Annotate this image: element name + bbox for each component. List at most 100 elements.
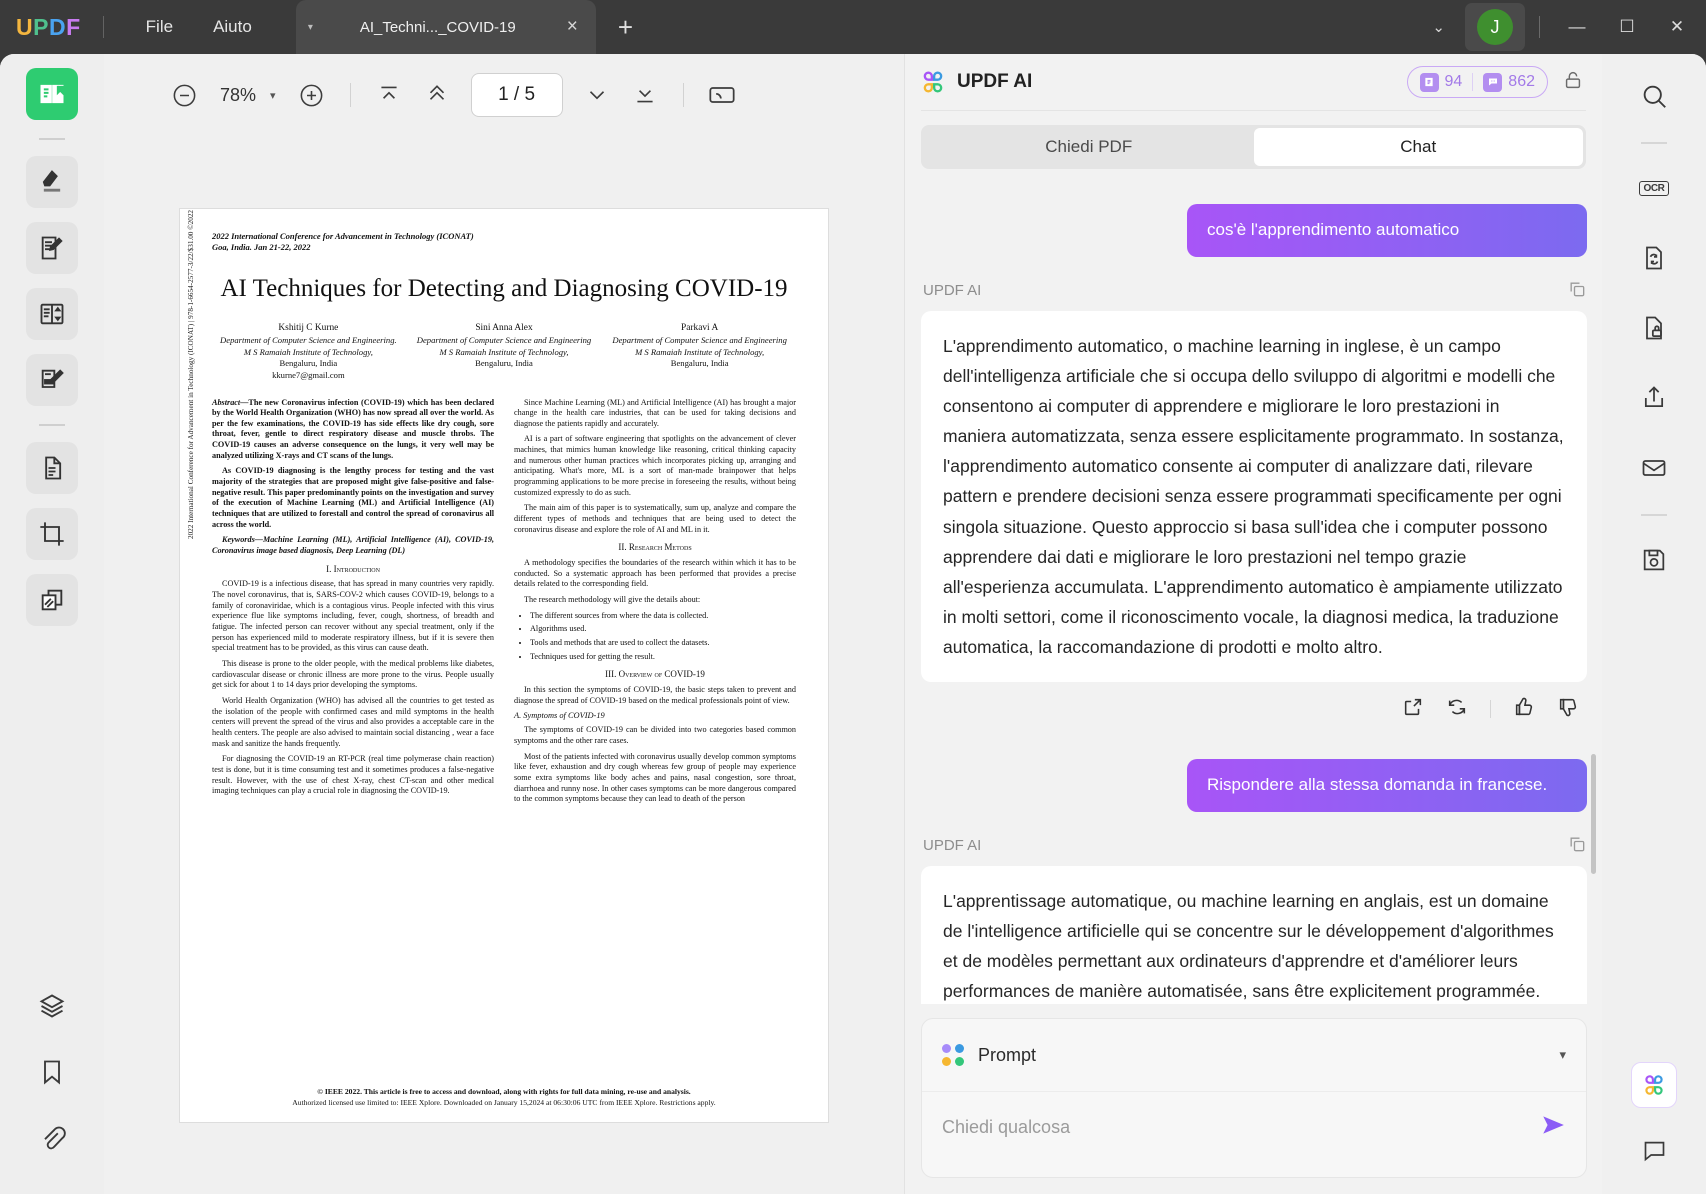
pdf-viewer[interactable]: 2022 International Conference for Advanc… [104, 136, 904, 1194]
pdf-subsection-a: A. Symptoms of COVID-19 [514, 711, 605, 721]
pdf-section-1: I. Introduction [326, 563, 380, 574]
next-page-button[interactable] [573, 71, 621, 119]
save-as-icon[interactable] [1628, 534, 1680, 586]
author-city: Bengaluru, India [670, 358, 729, 369]
divider [1539, 16, 1540, 38]
document-credit-icon [1419, 72, 1439, 92]
new-tab-button[interactable]: + [618, 12, 633, 43]
prompt-input-placeholder[interactable]: Chiedi qualcosa [942, 1117, 1070, 1138]
pdf-footer-line2: Authorized licensed use limited to: IEEE… [292, 1098, 716, 1107]
ai-panel-tabs: Chiedi PDF Chat [921, 125, 1586, 169]
export-icon[interactable] [1402, 696, 1424, 723]
copy-icon[interactable] [1567, 279, 1587, 303]
close-tab-icon[interactable]: × [563, 16, 582, 38]
regenerate-icon[interactable] [1446, 696, 1468, 723]
sidebar-item-reader-mode[interactable] [26, 68, 78, 120]
lock-icon[interactable] [1562, 69, 1584, 96]
divider [102, 16, 104, 38]
pdf-conference-header: 2022 International Conference for Advanc… [212, 231, 474, 253]
maximize-button[interactable]: ☐ [1604, 0, 1650, 54]
sidebar-item-bookmark[interactable] [26, 1046, 78, 1098]
chat-message-assistant: L'apprentissage automatique, ou machine … [921, 865, 1587, 1004]
share-icon[interactable] [1628, 372, 1680, 424]
chevron-down-icon[interactable]: ▾ [1559, 1047, 1566, 1063]
page-indicator[interactable]: 1 / 5 [470, 73, 563, 117]
sidebar-item-form-fields[interactable] [26, 288, 78, 340]
sidebar-item-edit-text[interactable] [26, 222, 78, 274]
protect-pdf-icon[interactable] [1628, 302, 1680, 354]
pdf-toolbar: 78% ▾ 1 / 5 [104, 54, 904, 136]
pdf-authors: Kshitij C Kurne Department of Computer S… [212, 322, 796, 381]
document-tab-label: AI_Techni..._COVID-19 [359, 18, 516, 36]
ocr-icon[interactable]: OCR [1628, 162, 1680, 214]
thumbs-down-icon[interactable] [1557, 696, 1579, 723]
ai-panel-title: UPDF AI [957, 71, 1033, 92]
sidebar-item-compare-files[interactable] [26, 574, 78, 626]
prompt-box: Prompt ▾ Chiedi qualcosa [921, 1018, 1587, 1178]
chat-scrollbar[interactable] [1591, 754, 1596, 874]
document-tab[interactable]: ▾ AI_Techni..._COVID-19 × [295, 0, 596, 54]
sidebar-item-layers[interactable] [26, 980, 78, 1032]
prompt-selector[interactable]: Prompt ▾ [922, 1019, 1586, 1091]
list-item: Tools and methods that are used to colle… [530, 638, 796, 649]
chevron-down-icon[interactable]: ▾ [308, 22, 313, 33]
chat-message-assistant: L'apprendimento automatico, o machine le… [921, 310, 1587, 682]
more-chevron-icon[interactable]: ⌄ [1416, 8, 1461, 46]
pdf-keywords: Keywords—Machine Learning (ML), Artifici… [212, 535, 494, 556]
zoom-out-button[interactable] [160, 71, 208, 119]
updf-ai-panel: UPDF AI 94 862 Chiedi PDF Chat cos'è l'a… [904, 54, 1602, 1194]
presentation-mode-button[interactable] [698, 71, 746, 119]
divider [921, 110, 1586, 111]
updf-ai-icon[interactable] [1631, 1062, 1677, 1108]
zoom-chevron-down-icon[interactable]: ▾ [270, 89, 276, 102]
author-email: kkurne7@gmail.com [272, 369, 345, 380]
tab-chiedi-pdf[interactable]: Chiedi PDF [924, 128, 1254, 166]
feedback-icon[interactable] [1628, 1124, 1680, 1176]
minimize-button[interactable]: — [1554, 0, 1600, 54]
close-window-button[interactable]: ✕ [1654, 0, 1700, 54]
chat-thread[interactable]: cos'è l'apprendimento automatico UPDF AI… [905, 172, 1603, 1004]
pdf-abstract: Abstract—The new Coronavirus infection (… [212, 397, 494, 460]
prompt-input-row[interactable]: Chiedi qualcosa [922, 1091, 1586, 1163]
pdf-page: 2022 International Conference for Advanc… [179, 208, 829, 1123]
zoom-in-button[interactable] [288, 71, 336, 119]
last-page-button[interactable] [621, 71, 669, 119]
pdf-paragraph: The main aim of this paper is to systema… [514, 503, 796, 534]
account-button[interactable]: J [1465, 3, 1525, 51]
zoom-level[interactable]: 78% [220, 85, 256, 106]
credits-badge[interactable]: 94 862 [1406, 66, 1548, 98]
assistant-label-row: UPDF AI [923, 279, 1587, 303]
list-item: The different sources from where the dat… [530, 611, 796, 622]
sidebar-item-crop-pages[interactable] [26, 508, 78, 560]
convert-pdf-icon[interactable] [1628, 232, 1680, 284]
pdf-paragraph: Most of the patients infected with coron… [514, 751, 796, 804]
author-block: Parkavi A Department of Computer Science… [603, 322, 796, 381]
sidebar-item-fill-sign[interactable] [26, 354, 78, 406]
assistant-name: UPDF AI [923, 837, 982, 855]
sidebar-item-attachment[interactable] [26, 1112, 78, 1164]
menu-aiuto[interactable]: Aiuto [193, 11, 272, 43]
copy-icon[interactable] [1567, 834, 1587, 858]
tab-chat[interactable]: Chat [1253, 128, 1583, 166]
pdf-footer-line1: © IEEE 2022. This article is free to acc… [317, 1087, 691, 1096]
menu-file[interactable]: File [126, 11, 193, 43]
updf-logo: UPDF [16, 13, 81, 40]
assistant-label-row: UPDF AI [923, 834, 1587, 858]
list-item: Algorithms used. [530, 624, 796, 635]
prev-page-button[interactable] [413, 71, 461, 119]
prompt-label: Prompt [978, 1044, 1037, 1065]
pdf-bullet-list: The different sources from where the dat… [530, 611, 796, 663]
list-item: Techniques used for getting the result. [530, 652, 796, 663]
send-icon[interactable] [1540, 1112, 1566, 1143]
pdf-title: AI Techniques for Detecting and Diagnosi… [220, 274, 788, 302]
sidebar-item-highlighter[interactable] [26, 156, 78, 208]
thumbs-up-icon[interactable] [1513, 696, 1535, 723]
search-icon[interactable] [1628, 70, 1680, 122]
pdf-side-text: 2022 International Conference for Advanc… [187, 208, 195, 539]
document-credits: 94 [1419, 72, 1462, 92]
avatar: J [1477, 9, 1513, 45]
pdf-paragraph: A methodology specifies the boundaries o… [514, 558, 796, 589]
sidebar-item-organize-pages[interactable] [26, 442, 78, 494]
first-page-button[interactable] [365, 71, 413, 119]
email-icon[interactable] [1628, 442, 1680, 494]
